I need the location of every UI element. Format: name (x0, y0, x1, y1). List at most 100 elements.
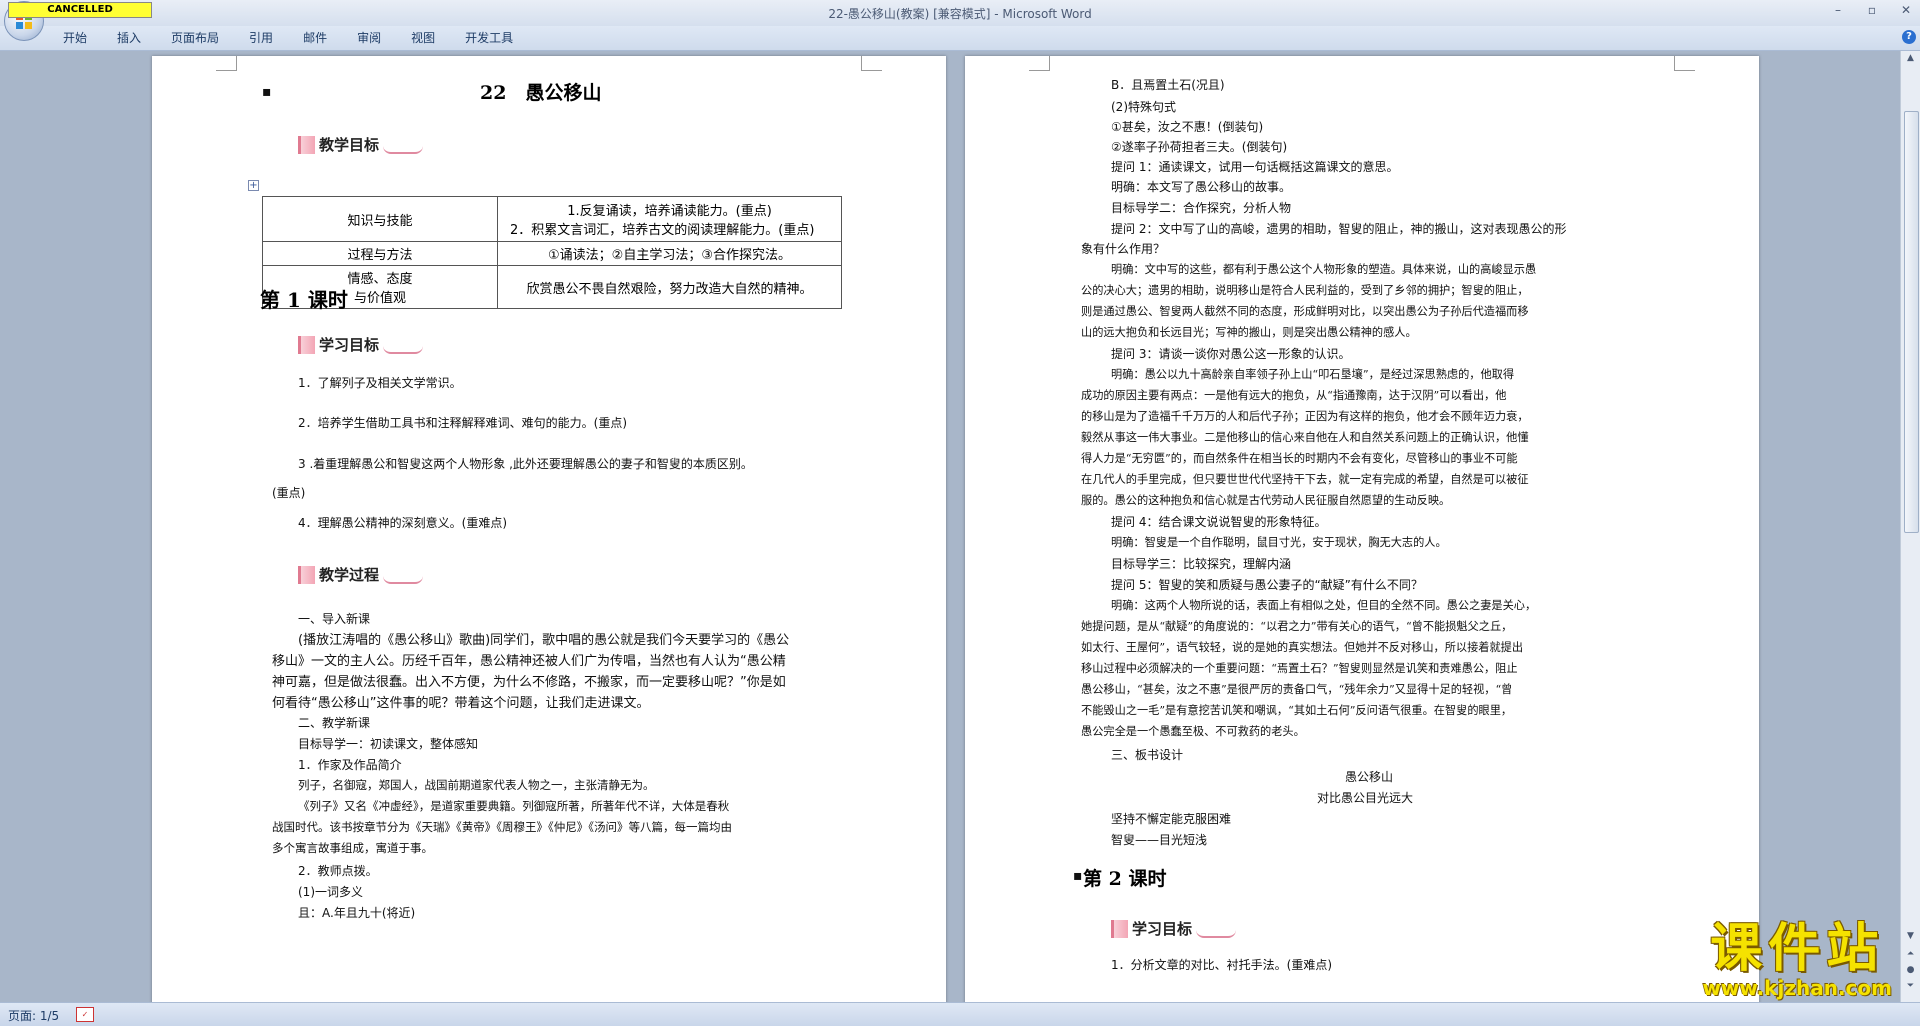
body-line: 提问 1：通读课文，试用一句话概括这篇课文的意思。 (1111, 160, 1399, 174)
body-line: ②遂率子孙荷担者三夫。(倒装句) (1111, 140, 1288, 154)
process-line: 列子，名御寇，郑国人，战国前期道家代表人物之一，主张清静无为。 (298, 778, 655, 792)
page-2[interactable]: B．且焉置土石(况且) (2)特殊句式 ①甚矣，汝之不惠！(倒装句) ②遂率子孙… (965, 56, 1759, 1002)
table-cell: 欣赏愚公不畏自然艰险，努力改造大自然的精神。 (497, 265, 842, 309)
body-line: 在几代人的手里完成，但只要世世代代坚持干下去，就一定有完成的希望，自然是可以被征 (1081, 473, 1529, 486)
body-line: 如太行、王屋何”，语气较轻，说的是她的真实想法。但她并不反对移山，所以接着就提出 (1081, 641, 1524, 654)
watermark-url: www.kjzhan.com (1702, 976, 1892, 1000)
process-line: 《列子》又名《冲虚经》，是道家重要典籍。列御寇所著，所著年代不详，大体是春秋 (298, 799, 730, 813)
tab-view[interactable]: 视图 (396, 30, 450, 46)
tab-insert[interactable]: 插入 (102, 30, 156, 46)
crop-mark (216, 56, 237, 71)
proofing-icon[interactable]: ✓ (76, 1007, 94, 1022)
ribbon-tabs: 开始 插入 页面布局 引用 邮件 审阅 视图 开发工具 (48, 30, 528, 46)
process-line: (播放江涛唱的《愚公移山》歌曲)同学们，歌中唱的愚公就是我们今天要学习的《愚公 (298, 633, 790, 648)
watermark: 课件站 www.kjzhan.com (1702, 922, 1892, 1000)
header-swirl-icon (1196, 930, 1237, 938)
body-line: 目标导学三：比较探究，理解内涵 (1111, 557, 1292, 571)
crop-mark (1674, 56, 1695, 71)
study-goal-item: 4．理解愚公精神的深刻意义。(重难点) (298, 516, 507, 530)
body-line: 明确：本文写了愚公移山的故事。 (1111, 180, 1292, 194)
table-move-handle-icon[interactable]: + (248, 180, 259, 191)
tab-review[interactable]: 审阅 (342, 30, 396, 46)
teaching-process-header: 教学过程 (298, 564, 424, 585)
board-design-line: 愚公移山 (1345, 770, 1394, 784)
process-line: 何看待“愚公移山”这件事的呢？带着这个问题，让我们走进课文。 (272, 696, 650, 711)
header-swirl-icon (383, 346, 424, 354)
body-line: (2)特殊句式 (1111, 100, 1176, 114)
body-line: 提问 3：请谈一谈你对愚公这一形象的认识。 (1111, 347, 1351, 361)
crop-mark (861, 56, 882, 71)
board-design-line: 坚持不懈定能克服困难 (1111, 812, 1232, 826)
scroll-up-icon[interactable]: ▲ (1904, 53, 1917, 65)
teaching-goals-header: 教学目标 (298, 134, 424, 155)
process-line: 且：A.年且九十(将近) (298, 906, 416, 920)
document-area[interactable]: ▪ 22 愚公移山 教学目标 + 知识与技能 1.反复诵读，培养诵读能力。(重点… (0, 51, 1900, 1002)
process-line: 一、导入新课 (298, 612, 371, 626)
body-line: 提问 5：智叟的笑和质疑与愚公妻子的“献疑”有什么不同？ (1111, 578, 1423, 592)
body-line: 提问 4：结合课文说说智叟的形象特征。 (1111, 515, 1327, 529)
watermark-title: 课件站 (1710, 919, 1885, 979)
study-goals-header: 学习目标 (298, 334, 424, 355)
tab-references[interactable]: 引用 (234, 30, 288, 46)
tab-mailings[interactable]: 邮件 (288, 30, 342, 46)
body-line: 的移山是为了造福千千万万的人和后代子孙；正因为有这样的抱负，他才会不顾年迈力衰， (1081, 410, 1529, 423)
help-icon[interactable]: ? (1902, 30, 1916, 44)
status-bar: 页面: 1/5 ✓ (0, 1002, 1920, 1026)
lesson-2-heading: 第 2 课时 (1083, 868, 1167, 890)
body-line: 成功的原因主要有两点：一是他有远大的抱负，从“指通豫南，达于汉阴”可以看出，他 (1081, 389, 1507, 402)
minimize-icon[interactable]: – (1830, 3, 1846, 17)
table-cell: 知识与技能 (262, 196, 498, 242)
process-line: 移山》一文的主人公。历经千百年，愚公精神还被人们广为传唱，当然也有人认为“愚公精 (272, 654, 786, 669)
body-line: 公的决心大；遗男的相助，说明移山是符合人民利益的，受到了乡邻的拥护；智叟的阻止， (1081, 284, 1529, 297)
process-line: 2．教师点拨。 (298, 864, 378, 878)
header-mark-icon (298, 135, 315, 154)
scroll-down-icon[interactable]: ▼ (1904, 931, 1917, 943)
body-line: 不能毁山之一毛”是有意挖苦讥笑和嘲讽，“其如土石何”反问语气很重。在智叟的眼里， (1081, 704, 1513, 717)
body-line: 1．分析文章的对比、衬托手法。(重难点) (1111, 958, 1332, 972)
close-icon[interactable]: ✕ (1898, 3, 1914, 17)
body-line: 毅然从事这一伟大事业。二是他移山的信心来自他在人和自然关系问题上的正确认识，他懂 (1081, 431, 1529, 444)
process-line: 多个寓言故事组成，寓道于事。 (272, 841, 433, 855)
header-mark-icon (298, 335, 315, 354)
body-line: 得人力是“无穷匮”的，而自然条件在相当长的时期内不会有变化，尽管移山的事业不可能 (1081, 452, 1518, 465)
window-title: 22-愚公移山(教案) [兼容模式] - Microsoft Word (828, 7, 1092, 21)
body-line: 愚公移山，“甚矣，汝之不惠”是很严厉的责备口气，“残年余力”又显得十足的轻视，“… (1081, 683, 1513, 696)
ribbon: 开始 插入 页面布局 引用 邮件 审阅 视图 开发工具 ? (0, 26, 1920, 51)
board-design-line: 智叟——目光短浅 (1111, 833, 1208, 847)
lesson-1-heading: 第 1 课时 (260, 288, 348, 312)
scroll-thumb[interactable] (1904, 111, 1919, 533)
prev-page-icon[interactable]: ⏶ (1904, 949, 1917, 961)
header-swirl-icon (383, 576, 424, 584)
browse-object-icon[interactable]: ● (1904, 965, 1917, 977)
next-page-icon[interactable]: ⏷ (1904, 981, 1917, 993)
body-line: 移山过程中必须解决的一个重要问题：“焉置土石？”智叟则显然是讥笑和责难愚公，阻止 (1081, 662, 1518, 675)
maximize-icon[interactable]: ▫ (1864, 3, 1880, 17)
table-row: 知识与技能 1.反复诵读，培养诵读能力。(重点) 2．积累文言词汇，培养古文的阅… (262, 196, 842, 242)
header-swirl-icon (383, 146, 424, 154)
lesson-title: 22 愚公移山 (480, 82, 602, 104)
cancelled-badge: CANCELLED (8, 2, 152, 18)
tab-page-layout[interactable]: 页面布局 (156, 30, 234, 46)
title-bar: CANCELLED 22-愚公移山(教案) [兼容模式] - Microsoft… (0, 0, 1920, 41)
study-goal-item: 1．了解列子及相关文学常识。 (298, 376, 462, 390)
body-line: 山的远大抱负和长远目光；写神的搬山，则是突出愚公精神的感人。 (1081, 326, 1417, 339)
body-line: 象有什么作用？ (1081, 242, 1166, 256)
page-1[interactable]: ▪ 22 愚公移山 教学目标 + 知识与技能 1.反复诵读，培养诵读能力。(重点… (152, 56, 946, 1002)
body-line: 则是通过愚公、智叟两人截然不同的态度，形成鲜明对比，以突出愚公为子孙后代造福而移 (1081, 305, 1529, 318)
body-line: 服的。愚公的这种抱负和信心就是古代劳动人民征服自然愿望的生动反映。 (1081, 494, 1451, 507)
tab-developer[interactable]: 开发工具 (450, 30, 528, 46)
tab-home[interactable]: 开始 (48, 30, 102, 46)
table-row: 情感、态度 与价值观 欣赏愚公不畏自然艰险，努力改造大自然的精神。 (262, 265, 842, 309)
study-goal-item: 2．培养学生借助工具书和注释解释难词、难句的能力。(重点) (298, 416, 628, 430)
crop-mark (1029, 56, 1050, 71)
bullet-mark: ▪ (262, 84, 272, 100)
bullet-mark: ▪ (1073, 868, 1083, 884)
page-indicator[interactable]: 页面: 1/5 (8, 1007, 59, 1024)
body-line: 三、板书设计 (1111, 748, 1184, 762)
body-line: 明确：愚公以九十高龄亲自率领子孙上山“叩石垦壤”，是经过深思熟虑的，他取得 (1111, 368, 1515, 381)
vertical-scrollbar[interactable]: ▲ ▼ ⏶ ● ⏷ (1900, 51, 1920, 1002)
body-line: 愚公完全是一个愚蠢至极、不可救药的老头。 (1081, 725, 1305, 738)
process-line: 目标导学一：初读课文，整体感知 (298, 737, 479, 751)
window-controls: – ▫ ✕ (1830, 3, 1914, 17)
table-row: 过程与方法 ①诵读法；②自主学习法；③合作探究法。 (262, 241, 842, 266)
